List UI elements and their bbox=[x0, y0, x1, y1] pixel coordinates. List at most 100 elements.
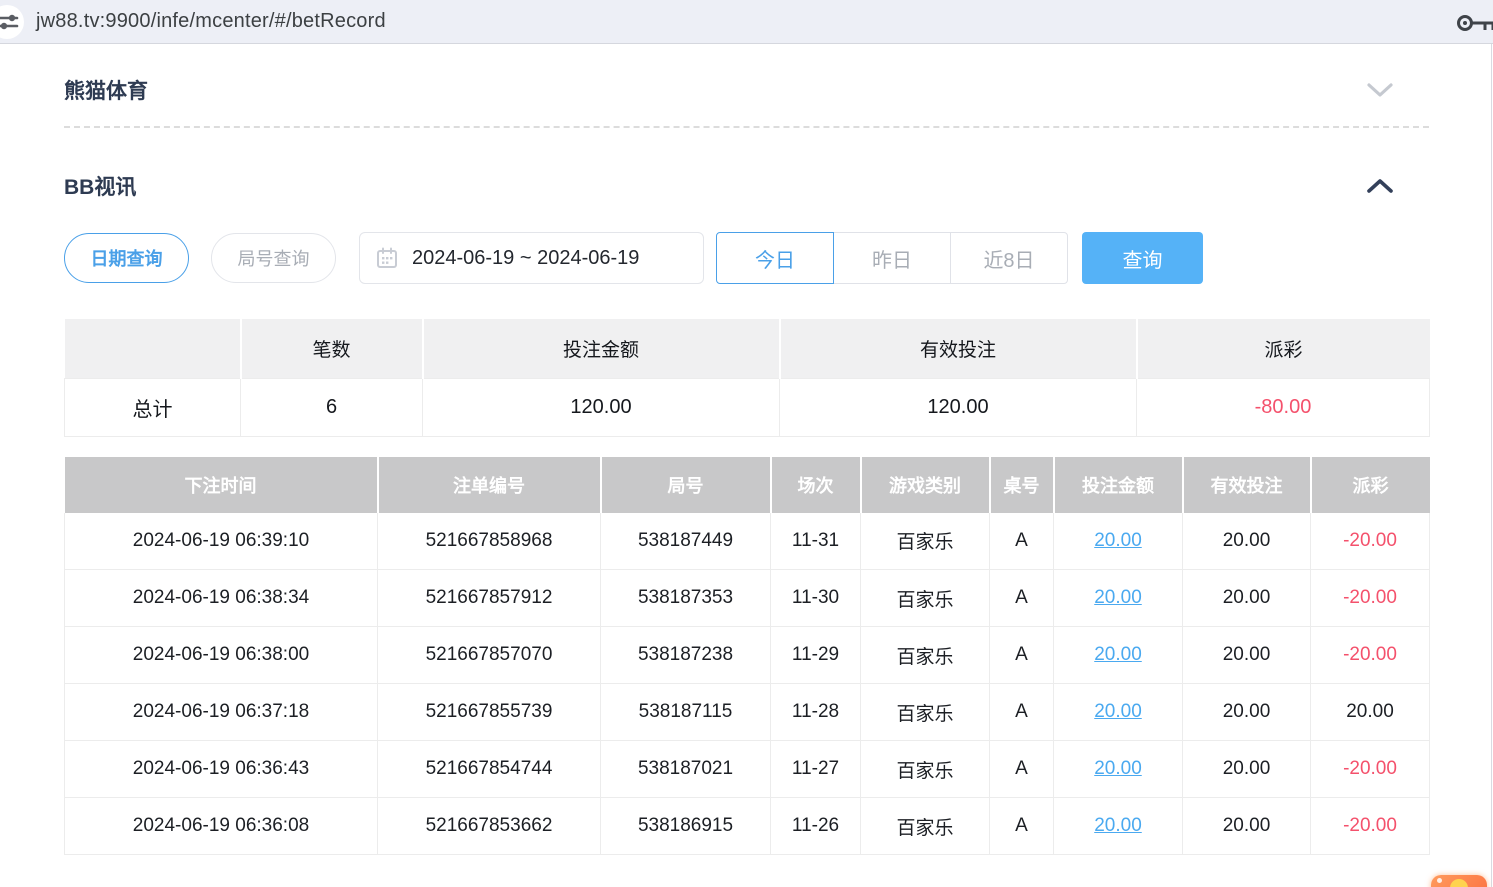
window-right-edge bbox=[1491, 44, 1492, 887]
cell-table-no: A bbox=[990, 570, 1054, 627]
cell-bet-time: 2024-06-19 06:36:43 bbox=[65, 741, 378, 798]
cell-table-no: A bbox=[990, 684, 1054, 741]
cell-valid-bet: 20.00 bbox=[1183, 798, 1311, 855]
table-row: 2024-06-19 06:36:43521667854744538187021… bbox=[65, 741, 1430, 798]
date-range-value: 2024-06-19 ~ 2024-06-19 bbox=[412, 247, 639, 270]
table-row: 2024-06-19 06:39:10521667858968538187449… bbox=[65, 513, 1430, 570]
cell-table-no: A bbox=[990, 627, 1054, 684]
cell-order-no: 521667855739 bbox=[378, 684, 601, 741]
summary-column-header bbox=[65, 319, 241, 378]
cell-game-type: 百家乐 bbox=[861, 798, 990, 855]
widget-coin-icon bbox=[1450, 879, 1468, 887]
bet-column-header: 局号 bbox=[601, 457, 771, 513]
summary-table: 笔数投注金额有效投注派彩 总计 6 120.00 120.00 -80.00 bbox=[64, 319, 1430, 437]
cell-bet-amount: 20.00 bbox=[1054, 570, 1183, 627]
chevron-down-icon[interactable] bbox=[1365, 81, 1395, 99]
bet-table-body: 2024-06-19 06:39:10521667858968538187449… bbox=[65, 513, 1430, 855]
widget-dot bbox=[1437, 878, 1442, 883]
bet-amount-link[interactable]: 20.00 bbox=[1094, 644, 1142, 665]
bet-column-header: 注单编号 bbox=[378, 457, 601, 513]
cell-round-no: 538187353 bbox=[601, 570, 771, 627]
cell-bet-amount: 20.00 bbox=[1054, 513, 1183, 570]
key-icon[interactable] bbox=[1455, 11, 1493, 35]
section-header-panda-sports[interactable]: 熊猫体育 bbox=[64, 77, 1429, 102]
cell-bet-time: 2024-06-19 06:37:18 bbox=[65, 684, 378, 741]
summary-payout: -80.00 bbox=[1137, 378, 1430, 436]
cell-payout: 20.00 bbox=[1311, 684, 1430, 741]
cell-session: 11-27 bbox=[771, 741, 861, 798]
cell-session: 11-31 bbox=[771, 513, 861, 570]
summary-count: 6 bbox=[241, 378, 423, 436]
table-row: 2024-06-19 06:37:18521667855739538187115… bbox=[65, 684, 1430, 741]
cell-round-no: 538187021 bbox=[601, 741, 771, 798]
summary-total-row: 总计 6 120.00 120.00 -80.00 bbox=[65, 378, 1430, 436]
summary-bet-amount: 120.00 bbox=[423, 378, 780, 436]
cell-valid-bet: 20.00 bbox=[1183, 513, 1311, 570]
cell-payout: -20.00 bbox=[1311, 513, 1430, 570]
cell-bet-amount: 20.00 bbox=[1054, 684, 1183, 741]
cell-payout: -20.00 bbox=[1311, 798, 1430, 855]
cell-session: 11-30 bbox=[771, 570, 861, 627]
cell-session: 11-26 bbox=[771, 798, 861, 855]
summary-column-header: 派彩 bbox=[1137, 319, 1430, 378]
search-button[interactable]: 查询 bbox=[1082, 232, 1203, 284]
cell-game-type: 百家乐 bbox=[861, 741, 990, 798]
cell-payout: -20.00 bbox=[1311, 627, 1430, 684]
bet-amount-link[interactable]: 20.00 bbox=[1094, 815, 1142, 836]
bet-column-header: 有效投注 bbox=[1183, 457, 1311, 513]
last-8-days-button[interactable]: 近8日 bbox=[950, 232, 1068, 284]
bet-amount-link[interactable]: 20.00 bbox=[1094, 701, 1142, 722]
bet-table-header-row: 下注时间注单编号局号场次游戏类别桌号投注金额有效投注派彩 bbox=[65, 457, 1430, 513]
floating-service-widget[interactable] bbox=[1431, 875, 1487, 887]
cell-bet-time: 2024-06-19 06:39:10 bbox=[65, 513, 378, 570]
site-settings-icon[interactable] bbox=[0, 5, 24, 39]
cell-order-no: 521667854744 bbox=[378, 741, 601, 798]
bet-column-header: 投注金额 bbox=[1054, 457, 1183, 513]
summary-header-row: 笔数投注金额有效投注派彩 bbox=[65, 319, 1430, 378]
section-title-panda-sports: 熊猫体育 bbox=[64, 75, 148, 105]
cell-session: 11-28 bbox=[771, 684, 861, 741]
cell-game-type: 百家乐 bbox=[861, 513, 990, 570]
summary-column-header: 有效投注 bbox=[780, 319, 1137, 378]
cell-valid-bet: 20.00 bbox=[1183, 741, 1311, 798]
cell-order-no: 521667857912 bbox=[378, 570, 601, 627]
table-row: 2024-06-19 06:38:34521667857912538187353… bbox=[65, 570, 1430, 627]
cell-order-no: 521667853662 bbox=[378, 798, 601, 855]
cell-table-no: A bbox=[990, 741, 1054, 798]
round-query-button[interactable]: 局号查询 bbox=[211, 233, 336, 283]
cell-game-type: 百家乐 bbox=[861, 570, 990, 627]
browser-url-bar: jw88.tv:9900/infe/mcenter/#/betRecord bbox=[0, 0, 1493, 44]
quick-range-group: 今日 昨日 近8日 bbox=[716, 232, 1068, 284]
cell-round-no: 538186915 bbox=[601, 798, 771, 855]
cell-payout: -20.00 bbox=[1311, 570, 1430, 627]
bet-amount-link[interactable]: 20.00 bbox=[1094, 587, 1142, 608]
cell-bet-amount: 20.00 bbox=[1054, 798, 1183, 855]
summary-total-label: 总计 bbox=[65, 378, 241, 436]
section-header-bb-video[interactable]: BB视讯 bbox=[64, 173, 1429, 198]
date-query-button[interactable]: 日期查询 bbox=[64, 233, 189, 283]
cell-game-type: 百家乐 bbox=[861, 627, 990, 684]
cell-round-no: 538187238 bbox=[601, 627, 771, 684]
bet-column-header: 游戏类别 bbox=[861, 457, 990, 513]
bet-column-header: 派彩 bbox=[1311, 457, 1430, 513]
table-row: 2024-06-19 06:36:08521667853662538186915… bbox=[65, 798, 1430, 855]
cell-game-type: 百家乐 bbox=[861, 684, 990, 741]
cell-valid-bet: 20.00 bbox=[1183, 570, 1311, 627]
cell-table-no: A bbox=[990, 513, 1054, 570]
cell-valid-bet: 20.00 bbox=[1183, 684, 1311, 741]
cell-order-no: 521667858968 bbox=[378, 513, 601, 570]
bet-amount-link[interactable]: 20.00 bbox=[1094, 530, 1142, 551]
cell-bet-time: 2024-06-19 06:36:08 bbox=[65, 798, 378, 855]
summary-column-header: 投注金额 bbox=[423, 319, 780, 378]
cell-session: 11-29 bbox=[771, 627, 861, 684]
calendar-icon bbox=[376, 247, 398, 269]
yesterday-button[interactable]: 昨日 bbox=[833, 232, 951, 284]
today-button[interactable]: 今日 bbox=[716, 232, 834, 284]
url-text[interactable]: jw88.tv:9900/infe/mcenter/#/betRecord bbox=[36, 10, 386, 33]
date-range-input[interactable]: 2024-06-19 ~ 2024-06-19 bbox=[359, 232, 704, 284]
cell-bet-amount: 20.00 bbox=[1054, 741, 1183, 798]
cell-payout: -20.00 bbox=[1311, 741, 1430, 798]
bet-amount-link[interactable]: 20.00 bbox=[1094, 758, 1142, 779]
chevron-up-icon[interactable] bbox=[1365, 177, 1395, 195]
cell-bet-time: 2024-06-19 06:38:34 bbox=[65, 570, 378, 627]
